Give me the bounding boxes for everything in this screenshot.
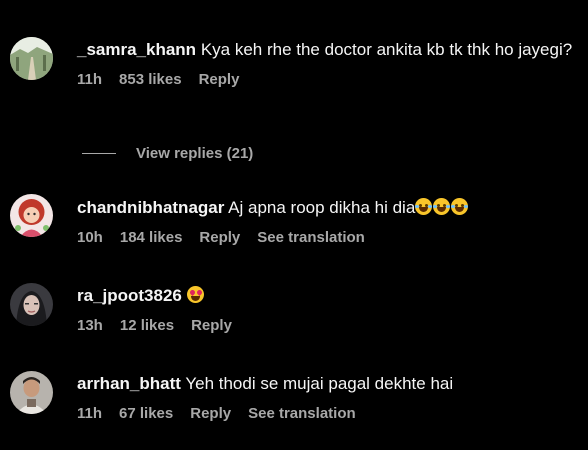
comment-likes[interactable]: 184 likes: [120, 229, 183, 246]
avatar[interactable]: [10, 371, 53, 414]
avatar-image: [10, 371, 53, 414]
comment-username[interactable]: _samra_khann: [77, 40, 196, 59]
avatar-image: [10, 283, 53, 326]
avatar-image: [10, 194, 53, 237]
avatar[interactable]: [10, 37, 53, 80]
see-translation-button[interactable]: See translation: [248, 405, 356, 422]
reply-button[interactable]: Reply: [199, 229, 240, 246]
heart-eyes-icon: [186, 286, 204, 303]
comment-likes[interactable]: 12 likes: [120, 317, 174, 334]
tears-of-joy-icon: [433, 198, 451, 215]
comment-time: 13h: [77, 317, 103, 334]
view-replies-divider: [82, 153, 116, 154]
comment-username[interactable]: ra_jpoot3826: [77, 286, 182, 305]
reply-button[interactable]: Reply: [191, 317, 232, 334]
avatar[interactable]: [10, 194, 53, 237]
tears-of-joy-icon: [415, 198, 433, 215]
comment-likes[interactable]: 853 likes: [119, 71, 182, 88]
comment-time: 10h: [77, 229, 103, 246]
avatar[interactable]: [10, 283, 53, 326]
comment-time: 11h: [77, 405, 103, 422]
tears-of-joy-icon: [451, 198, 469, 215]
comment-time: 11h: [77, 71, 103, 88]
avatar-image: [10, 37, 53, 80]
comment-username[interactable]: chandnibhatnagar: [77, 198, 224, 217]
comment-username[interactable]: arrhan_bhatt: [77, 374, 181, 393]
view-replies-label: View replies (21): [136, 145, 254, 162]
comment-text: Kya keh rhe the doctor ankita kb tk thk …: [200, 40, 573, 59]
see-translation-button[interactable]: See translation: [257, 229, 365, 246]
comment-likes[interactable]: 67 likes: [119, 405, 173, 422]
view-replies-button[interactable]: View replies (21): [82, 145, 253, 162]
reply-button[interactable]: Reply: [199, 71, 240, 88]
reply-button[interactable]: Reply: [190, 405, 231, 422]
comment-text: Aj apna roop dikha hi dia: [228, 198, 416, 217]
comment-text: Yeh thodi se mujai pagal dekhte hai: [185, 374, 454, 393]
